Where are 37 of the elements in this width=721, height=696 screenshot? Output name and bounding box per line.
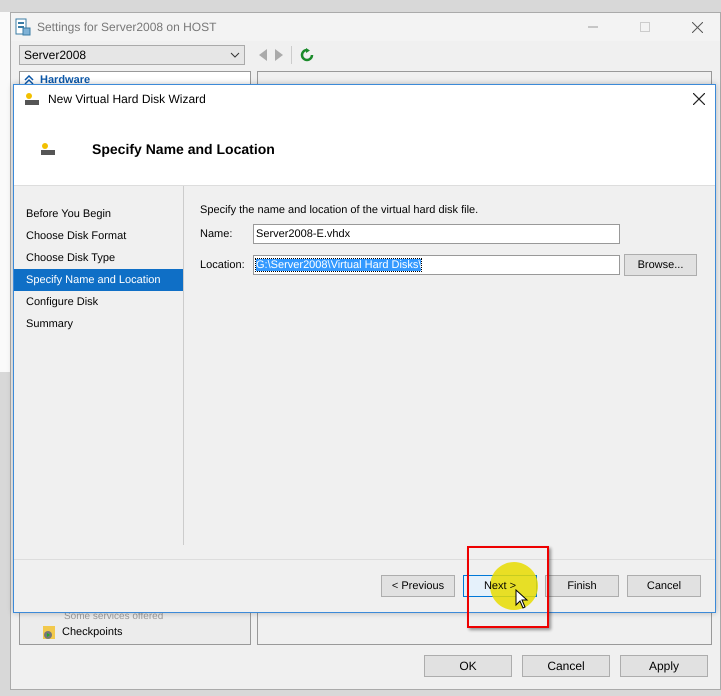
cursor-icon xyxy=(515,589,529,609)
text-field[interactable]: Server2008-E.vhdx xyxy=(253,224,620,244)
wizard-step[interactable]: Choose Disk Type xyxy=(14,247,183,269)
forward-icon[interactable] xyxy=(275,49,283,61)
instruction-text: Specify the name and location of the virtual hard disk file. xyxy=(200,204,480,216)
disk-icon xyxy=(40,142,56,156)
dropdown-caret-icon xyxy=(230,52,240,58)
wizard-button[interactable]: Cancel xyxy=(627,575,701,597)
field-label: Name: xyxy=(200,228,234,240)
wizard-button[interactable]: < Previous xyxy=(381,575,455,597)
hardware-header: Hardware xyxy=(40,74,90,86)
window-title: Settings for Server2008 on HOST xyxy=(37,20,218,34)
checkpoint-icon xyxy=(42,624,56,640)
close-icon[interactable] xyxy=(692,22,702,32)
dialog-button[interactable]: OK xyxy=(424,655,512,677)
dialog-title: New Virtual Hard Disk Wizard xyxy=(48,92,207,106)
back-icon[interactable] xyxy=(259,49,267,61)
dialog-button[interactable]: Cancel xyxy=(522,655,610,677)
page-heading: Specify Name and Location xyxy=(92,141,275,157)
collapse-icon[interactable] xyxy=(24,75,34,85)
wizard-button[interactable]: Finish xyxy=(545,575,619,597)
settings-app-icon xyxy=(15,18,31,36)
close-icon[interactable] xyxy=(693,93,705,105)
disk-icon xyxy=(24,92,40,106)
dialog-button[interactable]: Apply xyxy=(620,655,708,677)
field-label: Location: xyxy=(200,259,246,271)
refresh-icon[interactable] xyxy=(300,48,314,62)
wizard-step[interactable]: Summary xyxy=(14,313,183,335)
wizard-step[interactable]: Before You Begin xyxy=(14,203,183,225)
field-value: Server2008-E.vhdx xyxy=(256,228,350,240)
wizard-step[interactable]: Specify Name and Location xyxy=(14,269,183,291)
wizard-step[interactable]: Configure Disk xyxy=(14,291,183,313)
selected-text: G:\Server2008\Virtual Hard Disks\ xyxy=(256,259,422,271)
list-item[interactable]: Checkpoints xyxy=(62,626,123,638)
vm-dropdown[interactable]: Server2008 xyxy=(19,45,245,65)
browse-button[interactable]: Browse... xyxy=(624,254,697,276)
wizard-step[interactable]: Choose Disk Format xyxy=(14,225,183,247)
